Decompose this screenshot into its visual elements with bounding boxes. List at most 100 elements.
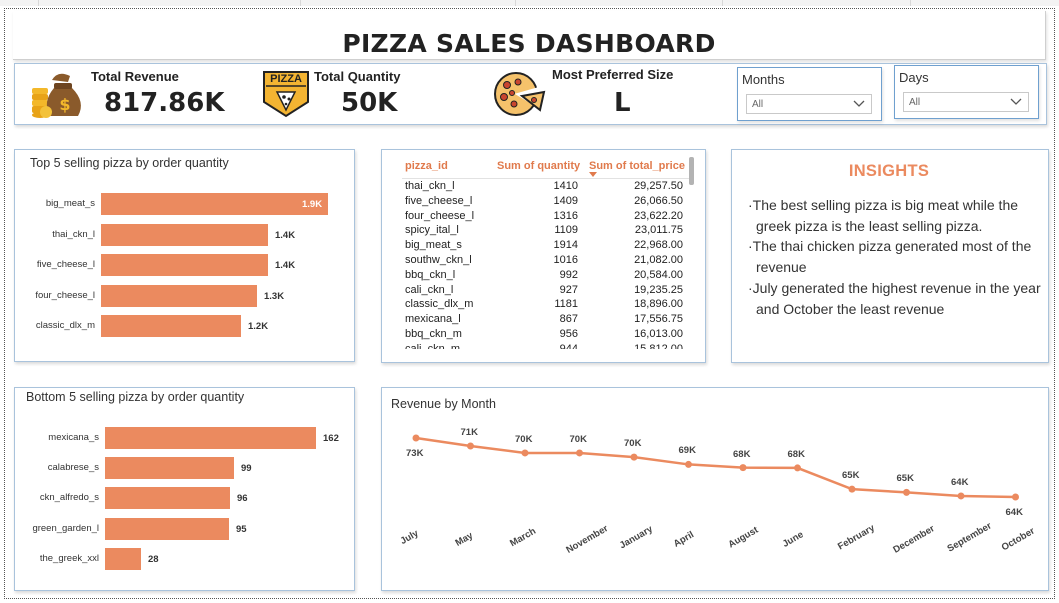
table-scrollbar[interactable] bbox=[689, 157, 694, 185]
table-header[interactable]: pizza_id bbox=[405, 160, 448, 172]
data-label: 1.3K bbox=[264, 290, 285, 302]
months-slicer-title: Months bbox=[742, 72, 785, 87]
money-bag-icon: $ bbox=[32, 73, 81, 118]
data-point[interactable] bbox=[412, 434, 420, 442]
total-revenue-value: 817.86K bbox=[104, 88, 225, 118]
table-cell-total-price: 20,584.00 bbox=[634, 268, 683, 281]
top5-chart-title: Top 5 selling pizza by order quantity bbox=[30, 156, 229, 170]
table-header[interactable]: Sum of total_price bbox=[589, 160, 685, 172]
table-header[interactable]: Sum of quantity bbox=[497, 160, 580, 172]
table-cell-quantity: 1410 bbox=[553, 180, 578, 192]
bar[interactable] bbox=[105, 547, 141, 570]
table-cell-quantity: 1409 bbox=[553, 194, 578, 207]
bar[interactable] bbox=[105, 457, 234, 480]
months-slicer[interactable]: Months All bbox=[737, 67, 882, 121]
bottom5-chart-title: Bottom 5 selling pizza by order quantity bbox=[26, 390, 245, 404]
table-cell-quantity: 867 bbox=[559, 313, 578, 326]
category-label: five_cheese_l bbox=[36, 259, 95, 270]
table-cell-total-price: 19,235.25 bbox=[634, 283, 683, 296]
data-label: 71K bbox=[460, 426, 478, 438]
data-label: 70K bbox=[624, 438, 642, 450]
table-cell-total-price: 21,082.00 bbox=[634, 254, 683, 266]
table-cell-pizza-id: cali_ckn_l bbox=[405, 283, 454, 296]
insight-item: ·July generated the highest revenue in t… bbox=[748, 280, 1041, 317]
days-slicer[interactable]: Days All bbox=[894, 65, 1039, 119]
data-point[interactable] bbox=[739, 464, 747, 472]
page-title: PIZZA SALES DASHBOARD bbox=[342, 29, 716, 58]
bar[interactable] bbox=[105, 427, 316, 449]
bar[interactable] bbox=[101, 284, 257, 307]
months-dropdown[interactable]: All bbox=[746, 94, 872, 114]
days-dropdown[interactable]: All bbox=[903, 92, 1029, 112]
table-cell-pizza-id: classic_dlx_m bbox=[405, 298, 474, 311]
revenue-line-chart bbox=[412, 434, 1019, 501]
bar[interactable] bbox=[101, 193, 328, 215]
data-label: 64K bbox=[951, 476, 969, 488]
table-cell-quantity: 1914 bbox=[553, 239, 578, 252]
data-label: 64K bbox=[1005, 507, 1023, 518]
data-label: 70K bbox=[569, 433, 587, 445]
table-cell-quantity: 992 bbox=[559, 268, 578, 281]
table-cell-total-price: 17,556.75 bbox=[634, 313, 683, 326]
bar[interactable] bbox=[101, 254, 268, 276]
data-label: 69K bbox=[678, 445, 696, 457]
data-label: 162 bbox=[323, 433, 339, 444]
table-cell-quantity: 927 bbox=[559, 283, 578, 296]
days-slicer-title: Days bbox=[899, 70, 929, 85]
bar[interactable] bbox=[105, 517, 229, 540]
data-point[interactable] bbox=[1012, 493, 1019, 501]
data-label: 70K bbox=[515, 433, 533, 445]
data-label: 95 bbox=[236, 523, 247, 535]
data-label: 99 bbox=[241, 463, 252, 475]
data-point[interactable] bbox=[903, 488, 910, 496]
data-label: 73K bbox=[406, 448, 424, 459]
top-strip bbox=[0, 0, 1059, 6]
table-cell-quantity: 1181 bbox=[554, 298, 578, 311]
table-cell-pizza-id: spicy_ital_l bbox=[405, 224, 459, 237]
data-point[interactable] bbox=[848, 485, 856, 493]
data-point[interactable] bbox=[467, 442, 474, 450]
pizza-box-text: PIZZA bbox=[270, 73, 302, 85]
category-label: mexicana_s bbox=[48, 432, 99, 443]
table-cell-total-price: 23,622.20 bbox=[634, 209, 683, 222]
preferred-size-label: Most Preferred Size bbox=[552, 67, 674, 82]
table-cell-quantity: 1316 bbox=[553, 209, 578, 222]
data-point[interactable] bbox=[794, 464, 801, 472]
bar[interactable] bbox=[105, 487, 230, 510]
total-quantity-label: Total Quantity bbox=[314, 69, 401, 84]
category-label: classic_dlx_m bbox=[35, 320, 95, 331]
insights-title: INSIGHTS bbox=[848, 162, 930, 180]
pizza-box-icon: PIZZA bbox=[261, 68, 311, 118]
data-point[interactable] bbox=[957, 492, 965, 500]
days-dropdown-value: All bbox=[909, 97, 921, 108]
data-point[interactable] bbox=[685, 460, 692, 468]
data-label: 96 bbox=[237, 493, 248, 505]
data-label: 65K bbox=[896, 473, 914, 485]
table-cell-total-price: 23,011.75 bbox=[634, 224, 683, 237]
category-label: calabrese_s bbox=[47, 462, 99, 474]
bar[interactable] bbox=[101, 315, 241, 337]
category-label: green_garden_l bbox=[32, 522, 99, 534]
data-label: 1.4K bbox=[275, 260, 296, 271]
category-label: big_meat_s bbox=[45, 198, 95, 209]
data-label: 68K bbox=[787, 448, 805, 460]
data-point[interactable] bbox=[630, 453, 638, 461]
preferred-size-value: L bbox=[614, 88, 631, 118]
table-cell-pizza-id: southw_ckn_l bbox=[405, 254, 472, 266]
total-revenue-label: Total Revenue bbox=[91, 69, 179, 84]
data-point[interactable] bbox=[521, 449, 529, 457]
table-cell-pizza-id: five_cheese_l bbox=[405, 194, 473, 207]
table-cell-total-price: 29,257.50 bbox=[634, 180, 683, 192]
chevron-down-icon bbox=[853, 100, 865, 107]
table-cell-quantity: 1109 bbox=[554, 224, 578, 237]
revenue-series-line[interactable] bbox=[415, 436, 1016, 499]
chevron-down-icon bbox=[1010, 98, 1022, 105]
pizza-icon bbox=[494, 72, 546, 116]
data-point[interactable] bbox=[576, 449, 583, 457]
table-cell-pizza-id: four_cheese_l bbox=[405, 209, 475, 222]
table-cell-pizza-id: mexicana_l bbox=[405, 313, 461, 326]
insight-item: ·The best selling pizza is big meat whil… bbox=[748, 197, 1019, 234]
bar[interactable] bbox=[101, 223, 268, 246]
insight-item: ·The thai chicken pizza generated most o… bbox=[748, 238, 1032, 275]
total-quantity-value: 50K bbox=[341, 88, 398, 118]
